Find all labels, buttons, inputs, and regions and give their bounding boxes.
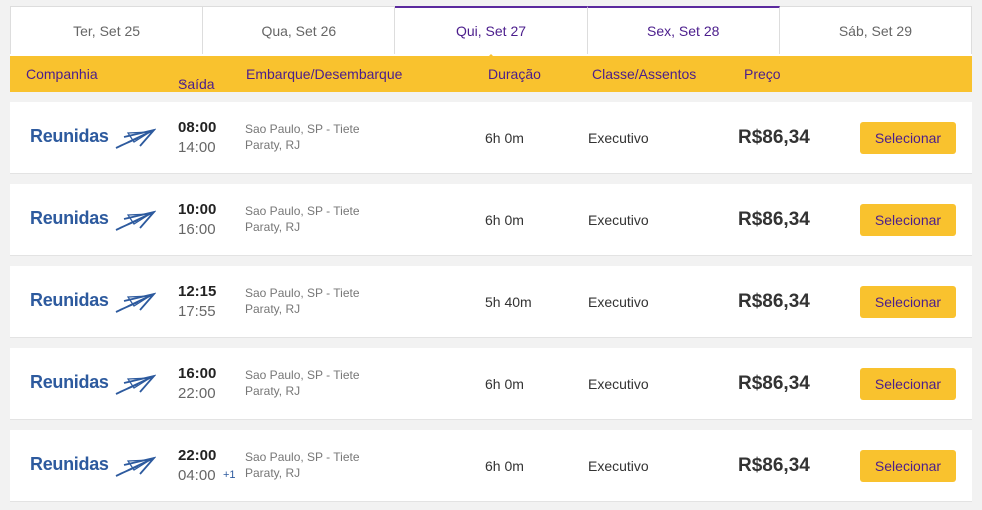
tab-date-1[interactable]: Ter, Set 25 <box>10 6 204 54</box>
airplane-star-icon <box>115 210 156 231</box>
tab-date-5[interactable]: Sáb, Set 29 <box>779 6 973 54</box>
trip-row: Reunidas 16:00 22:00 Sao Paulo, SP - Tie… <box>10 348 972 420</box>
trip-price: R$86,34 <box>738 127 810 148</box>
header-route: Embarque/Desembarque <box>246 66 403 82</box>
company-logo: Reunidas <box>30 206 156 234</box>
destination: Paraty, RJ <box>245 466 301 480</box>
tab-date-3-active[interactable]: Qui, Set 27 <box>395 6 588 62</box>
trip-duration: 6h 0m <box>485 458 524 474</box>
trip-price: R$86,34 <box>738 455 810 476</box>
seat-class: Executivo <box>588 458 649 474</box>
origin-terminal: Sao Paulo, SP - Tiete <box>245 204 360 218</box>
select-button[interactable]: Selecionar <box>860 368 956 400</box>
trip-row: Reunidas 12:15 17:55 Sao Paulo, SP - Tie… <box>10 266 972 338</box>
departure-time: 22:00 <box>178 447 217 464</box>
destination: Paraty, RJ <box>245 138 301 152</box>
airplane-star-icon <box>115 292 156 313</box>
destination: Paraty, RJ <box>245 302 301 316</box>
departure-time: 08:00 <box>178 119 217 136</box>
trip-row: Reunidas 22:00 04:00 +1 Sao Paulo, SP - … <box>10 430 972 502</box>
header-duration: Duração <box>488 66 541 82</box>
select-button[interactable]: Selecionar <box>860 204 956 236</box>
company-name: Reunidas <box>30 126 109 146</box>
trip-row: Reunidas 08:00 14:00 Sao Paulo, SP - Tie… <box>10 102 972 174</box>
tab-date-3-label: Qui, Set 27 <box>455 23 527 39</box>
arrival-time: 17:55 <box>178 303 216 320</box>
company-logo: Reunidas <box>30 452 156 480</box>
header-class: Classe/Assentos <box>592 66 697 82</box>
destination: Paraty, RJ <box>245 220 301 234</box>
airplane-star-icon <box>115 128 156 149</box>
company-name: Reunidas <box>30 208 109 228</box>
seat-class: Executivo <box>588 130 649 146</box>
trip-price: R$86,34 <box>738 209 810 230</box>
seat-class: Executivo <box>588 376 649 392</box>
company-name: Reunidas <box>30 454 109 474</box>
origin-terminal: Sao Paulo, SP - Tiete <box>245 122 360 136</box>
chevron-down-icon: ⌄ <box>180 76 188 86</box>
origin-terminal: Sao Paulo, SP - Tiete <box>245 368 360 382</box>
arrival-time: 22:00 <box>178 385 216 402</box>
trip-duration: 6h 0m <box>485 376 524 392</box>
trip-row: Reunidas 10:00 16:00 Sao Paulo, SP - Tie… <box>10 184 972 256</box>
company-name: Reunidas <box>30 372 109 392</box>
destination: Paraty, RJ <box>245 384 301 398</box>
tab-date-4[interactable]: Sex, Set 28 <box>587 6 780 54</box>
departure-time: 12:15 <box>178 283 217 300</box>
company-logo: Reunidas <box>30 370 156 398</box>
next-day-badge: +1 <box>223 469 236 481</box>
company-logo: Reunidas <box>30 288 156 316</box>
select-button[interactable]: Selecionar <box>860 286 956 318</box>
active-tab-caret <box>483 54 499 62</box>
arrival-time: 14:00 <box>178 139 216 156</box>
header-company: Companhia <box>26 66 98 82</box>
seat-class: Executivo <box>588 212 649 228</box>
header-price: Preço <box>744 66 781 82</box>
departure-time: 10:00 <box>178 201 217 218</box>
trip-duration: 6h 0m <box>485 130 524 146</box>
trip-duration: 6h 0m <box>485 212 524 228</box>
date-tabs: Ter, Set 25 Qua, Set 26 Qui, Set 27 Sex,… <box>10 6 973 62</box>
arrival-time: 04:00 <box>178 467 216 484</box>
airplane-star-icon <box>115 374 156 395</box>
airplane-star-icon <box>115 456 156 477</box>
select-button[interactable]: Selecionar <box>860 122 956 154</box>
select-button[interactable]: Selecionar <box>860 450 956 482</box>
trip-price: R$86,34 <box>738 373 810 394</box>
tab-date-2[interactable]: Qua, Set 26 <box>203 6 396 54</box>
trip-price: R$86,34 <box>738 291 810 312</box>
origin-terminal: Sao Paulo, SP - Tiete <box>245 450 360 464</box>
origin-terminal: Sao Paulo, SP - Tiete <box>245 286 360 300</box>
arrival-time: 16:00 <box>178 221 216 238</box>
seat-class: Executivo <box>588 294 649 310</box>
company-logo: Reunidas <box>30 124 156 152</box>
company-name: Reunidas <box>30 290 109 310</box>
departure-time: 16:00 <box>178 365 217 382</box>
trip-duration: 5h 40m <box>485 294 532 310</box>
